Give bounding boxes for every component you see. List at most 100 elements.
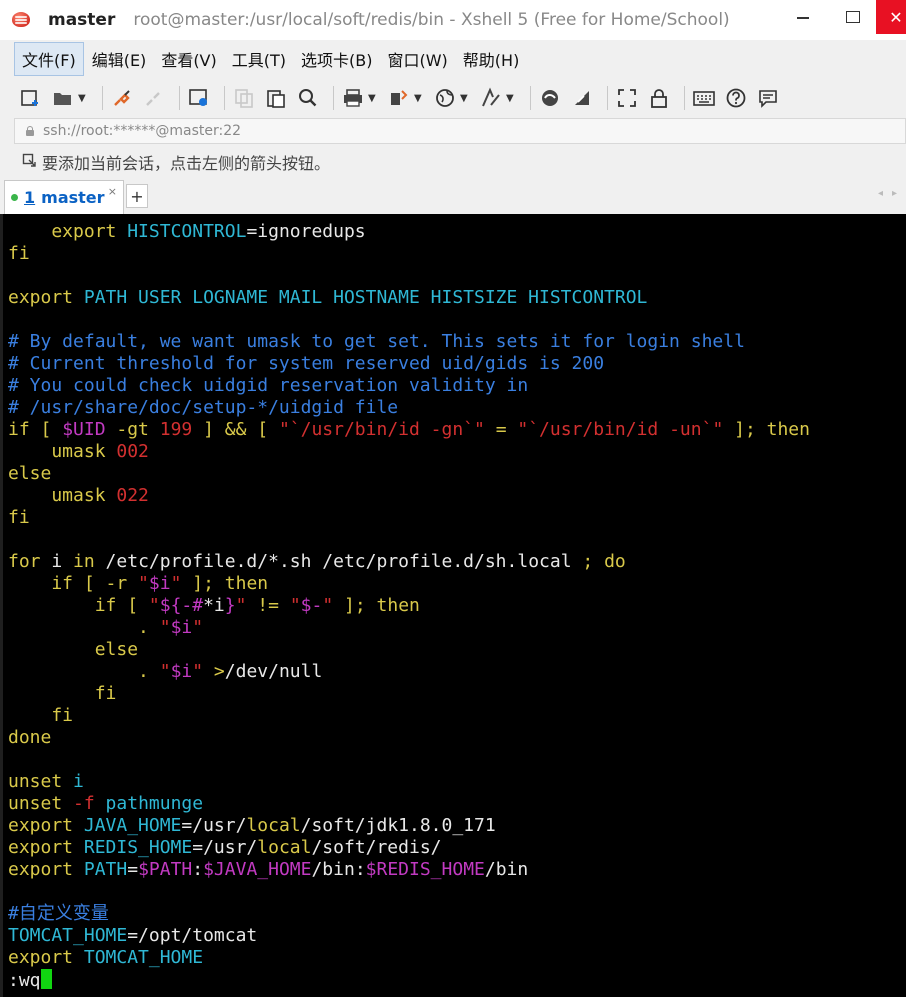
terminal-text: # By default, we want umask to get set. … [8, 331, 745, 352]
terminal-text: /bin [484, 859, 529, 880]
terminal-text: /soft/jdk1.8.0_171 [300, 815, 496, 836]
terminal-line: else [8, 463, 906, 485]
terminal-text: local [257, 837, 312, 858]
help-icon[interactable] [723, 85, 749, 111]
menu-bar: 文件(F) 编辑(E) 查看(V) 工具(T) 选项卡(B) 窗口(W) 帮助(… [0, 40, 906, 78]
xftp-icon[interactable] [537, 85, 563, 111]
terminal-text: TOMCAT_HOME [8, 925, 128, 946]
terminal-text: export [8, 837, 84, 858]
terminal-line: if [ -r "$i" ]; then [8, 573, 906, 595]
terminal-text: umask [8, 485, 117, 506]
toolbar-separator [684, 86, 685, 110]
paste-icon[interactable] [263, 85, 289, 111]
menu-view[interactable]: 查看(V) [154, 43, 223, 75]
terminal-text: local [246, 815, 301, 836]
terminal-text: "`/usr/bin/id -gn`" [278, 419, 485, 440]
toolbar-separator [179, 86, 180, 110]
terminal-text: /etc/profile.d/*.sh /etc/profile.d/sh.lo… [94, 551, 583, 572]
terminal-text: if [ -r [8, 573, 139, 594]
terminal-text: # /usr/share/doc/setup-*/uidgid file [8, 397, 399, 418]
session-properties-icon[interactable] [186, 85, 212, 111]
terminal-line: unset i [8, 771, 906, 793]
terminal-text: " [192, 661, 204, 682]
terminal-text: = [484, 419, 518, 440]
menu-tools[interactable]: 工具(T) [225, 43, 293, 75]
terminal-text: -gt [105, 419, 160, 440]
tab-bar: 1 master × + ◂ ▸ [0, 178, 906, 214]
lock-screen-icon[interactable] [646, 85, 672, 111]
menu-help[interactable]: 帮助(H) [456, 43, 527, 75]
maximize-button[interactable] [830, 0, 876, 34]
terminal-text: if [ [8, 419, 63, 440]
terminal-text: = [127, 859, 139, 880]
terminal-text: pathmunge [94, 793, 204, 814]
tab-master[interactable]: 1 master × [4, 180, 124, 214]
terminal-line: if [ "${-#*i}" != "$-" ]; then [8, 595, 906, 617]
tab-close-icon[interactable]: × [108, 185, 117, 198]
xmanager-icon[interactable] [569, 85, 595, 111]
terminal-text: =ignoredups [246, 221, 366, 242]
menu-file[interactable]: 文件(F) [14, 42, 84, 76]
terminal-line: done [8, 727, 906, 749]
terminal-text: ]; then [181, 573, 269, 594]
add-session-arrow-icon[interactable] [22, 153, 36, 171]
tab-number: 1 [24, 188, 36, 207]
find-icon[interactable] [295, 85, 321, 111]
menu-window[interactable]: 窗口(W) [380, 43, 454, 75]
terminal-text: /dev/null [224, 661, 323, 682]
font-icon[interactable] [478, 85, 504, 111]
menu-tabs[interactable]: 选项卡(B) [294, 43, 379, 75]
globe-dropdown-icon[interactable]: ▼ [460, 93, 470, 104]
terminal-line: export REDIS_HOME=/usr/local/soft/redis/ [8, 837, 906, 859]
open-dropdown-icon[interactable]: ▼ [78, 93, 88, 104]
minimize-button[interactable] [780, 0, 826, 34]
menu-edit[interactable]: 编辑(E) [85, 43, 154, 75]
terminal-text: fi [8, 683, 117, 704]
terminal-text: TOMCAT_HOME [83, 947, 204, 968]
terminal-text: ${-# [159, 595, 204, 616]
address-bar[interactable]: ssh://root:******@master:22 [14, 118, 906, 144]
terminal-output[interactable]: export HISTCONTROL=ignoredups fi export P… [0, 214, 906, 997]
open-folder-icon[interactable] [50, 85, 76, 111]
connect-icon[interactable] [109, 85, 135, 111]
terminal-text: " [159, 617, 171, 638]
terminal-text: $- [300, 595, 323, 616]
fullscreen-icon[interactable] [614, 85, 640, 111]
terminal-text: # Current threshold for system reserved … [8, 353, 605, 374]
terminal-text: =/usr/ [192, 837, 258, 858]
globe-icon[interactable] [432, 85, 458, 111]
toolbar-separator [333, 86, 334, 110]
terminal-text: fi [8, 507, 30, 528]
terminal-line: # /usr/share/doc/setup-*/uidgid file [8, 397, 906, 419]
xshell-logo-icon[interactable] [10, 9, 32, 31]
terminal-line: export TOMCAT_HOME [8, 947, 906, 969]
connected-status-icon [11, 194, 18, 201]
terminal-line: else [8, 639, 906, 661]
terminal-text: # You could check uidgid reservation val… [8, 375, 529, 396]
terminal-text: } [224, 595, 236, 616]
transfer-icon[interactable] [386, 85, 412, 111]
tab-scroll-right-icon[interactable]: ▸ [892, 188, 897, 199]
print-dropdown-icon[interactable]: ▼ [368, 93, 378, 104]
terminal-text: in [73, 551, 95, 572]
terminal-text: ] && [ [192, 419, 279, 440]
terminal-line: if [ $UID -gt 199 ] && [ "`/usr/bin/id -… [8, 419, 906, 441]
chat-icon[interactable] [755, 85, 781, 111]
print-icon[interactable] [340, 85, 366, 111]
new-session-icon[interactable] [18, 85, 44, 111]
keyboard-icon[interactable] [691, 85, 717, 111]
close-button[interactable]: ✕ [876, 0, 906, 34]
tab-label: master [41, 188, 105, 207]
font-dropdown-icon[interactable]: ▼ [506, 93, 516, 104]
terminal-line: #自定义变量 [8, 903, 906, 925]
terminal-line: . "$i" [8, 617, 906, 639]
terminal-text: else [8, 463, 52, 484]
tab-scroll-left-icon[interactable]: ◂ [878, 188, 883, 199]
terminal-line: export HISTCONTROL=ignoredups [8, 221, 906, 243]
transfer-dropdown-icon[interactable]: ▼ [414, 93, 424, 104]
add-tab-button[interactable]: + [126, 184, 148, 208]
terminal-text: /soft/redis/ [311, 837, 442, 858]
terminal-text: for [8, 551, 41, 572]
